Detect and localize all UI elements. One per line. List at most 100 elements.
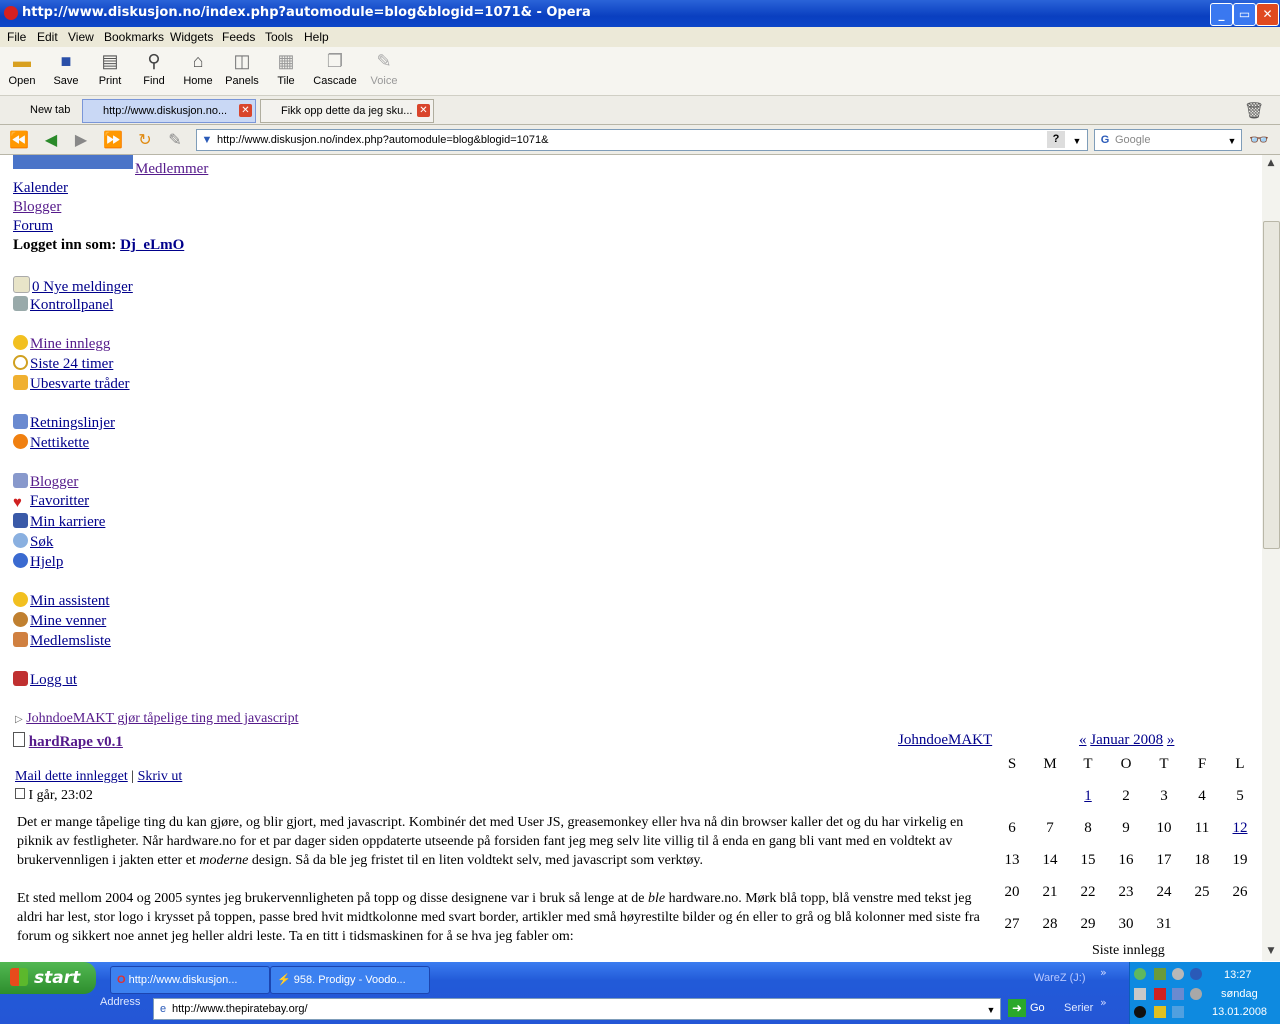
sidebar-item-messages[interactable]: 0 Nye meldinger <box>13 276 133 296</box>
chevron-down-icon[interactable]: ▼ <box>1069 131 1085 151</box>
calendar-next-link[interactable]: » <box>1167 732 1175 748</box>
chevron-down-icon[interactable]: ▼ <box>1225 131 1239 151</box>
folder-icon[interactable] <box>1154 1006 1166 1018</box>
calendar-day-link[interactable]: 1 <box>1069 780 1107 812</box>
calendar-day-header: F <box>1197 755 1207 772</box>
sidebar-item-kontrollpanel[interactable]: Kontrollpanel <box>13 296 113 314</box>
calendar-prev-link[interactable]: « <box>1079 732 1087 748</box>
calendar-month-link[interactable]: Januar 2008 <box>1090 732 1163 748</box>
help-icon[interactable]: ? <box>1047 131 1065 148</box>
menu-widgets[interactable]: Widgets <box>170 30 213 44</box>
sidebar-item-retningslinjer[interactable]: Retningslinjer <box>13 414 115 432</box>
sidebar-item-sok[interactable]: Søk <box>13 533 53 551</box>
app-icon[interactable] <box>1134 988 1146 1000</box>
close-tab-icon[interactable]: ✕ <box>417 104 430 117</box>
sidebar-item-logg-ut[interactable]: Logg ut <box>13 671 77 689</box>
print-button[interactable]: ▤ Print <box>90 50 130 87</box>
taskbar-address-input[interactable]: e http://www.thepiratebay.org/ ▼ <box>153 998 1001 1020</box>
bluetooth-icon[interactable] <box>1172 1006 1184 1018</box>
fast-forward-icon[interactable]: ⏩ <box>102 129 124 151</box>
reload-icon[interactable]: ↻ <box>134 129 156 151</box>
network-icon[interactable] <box>1154 968 1166 980</box>
menu-feeds[interactable]: Feeds <box>222 30 255 44</box>
menu-view[interactable]: View <box>68 30 94 44</box>
utorrent-icon[interactable] <box>1134 968 1146 980</box>
sidebar-item-karriere[interactable]: Min karriere <box>13 513 105 531</box>
menu-tools[interactable]: Tools <box>265 30 293 44</box>
volume-icon[interactable] <box>1190 988 1202 1000</box>
cascade-button[interactable]: ❐ Cascade <box>313 50 357 87</box>
start-button[interactable]: start <box>0 962 96 994</box>
sidebar-item-hjelp[interactable]: Hjelp <box>13 553 63 571</box>
warez-drive-label[interactable]: WareZ (J:) <box>1034 972 1086 984</box>
sidebar-item-medlemsliste[interactable]: Medlemsliste <box>13 632 111 650</box>
mail-post-link[interactable]: Mail dette innlegget <box>15 769 128 784</box>
menu-bookmarks[interactable]: Bookmarks <box>104 30 164 44</box>
sidebar-item-favoritter[interactable]: ♥ Favoritter <box>13 493 89 511</box>
settings-icon[interactable] <box>1172 968 1184 980</box>
link-medlemmer[interactable]: Medlemmer <box>135 161 208 178</box>
breadcrumb-link[interactable]: JohndoeMAKT gjør tåpelige ting med javas… <box>26 711 298 726</box>
sidebar-item-blogger[interactable]: Blogger <box>13 473 78 491</box>
username-link[interactable]: Dj_eLmO <box>120 237 184 253</box>
tab-diskusjon[interactable]: http://www.diskusjon.no... ✕ <box>82 99 256 123</box>
link-kalender[interactable]: Kalender <box>13 180 68 197</box>
cascade-label: Cascade <box>313 75 357 87</box>
close-button[interactable]: ✕ <box>1256 3 1279 26</box>
link-blogger-top[interactable]: Blogger <box>13 199 61 216</box>
taskbar-address-url: http://www.thepiratebay.org/ <box>172 1003 308 1015</box>
edit-icon[interactable]: ✎ <box>164 129 186 151</box>
forward-icon[interactable]: ▶ <box>70 129 92 151</box>
link-forum[interactable]: Forum <box>13 218 53 235</box>
display-icon[interactable] <box>1172 988 1184 1000</box>
footprints-icon <box>13 513 28 528</box>
print-post-link[interactable]: Skriv ut <box>138 769 183 784</box>
find-button[interactable]: ⚲ Find <box>134 50 174 87</box>
address-field[interactable]: ▼ http://www.diskusjon.no/index.php?autom… <box>196 129 1088 151</box>
sidebar-item-mine-innlegg[interactable]: Mine innlegg <box>13 335 110 353</box>
minimize-button[interactable]: _ <box>1210 3 1233 26</box>
scroll-up-icon[interactable]: ▲ <box>1262 155 1280 171</box>
chevron-icon[interactable]: » <box>1100 996 1107 1009</box>
open-button[interactable]: ▬ Open <box>2 50 42 87</box>
menu-help[interactable]: Help <box>304 30 329 44</box>
media-icon[interactable] <box>1134 1006 1146 1018</box>
scroll-thumb[interactable] <box>1263 221 1280 549</box>
author-link[interactable]: JohndoeMAKT <box>898 732 992 749</box>
chevron-icon[interactable]: » <box>1100 966 1107 979</box>
go-arrow-icon[interactable]: ➜ <box>1008 999 1026 1017</box>
post-title[interactable]: hardRape v0.1 <box>29 734 123 750</box>
sidebar-item-venner[interactable]: Mine venner <box>13 612 106 630</box>
serier-toolbar[interactable]: Serier <box>1064 1002 1093 1014</box>
home-button[interactable]: ⌂ Home <box>178 50 218 87</box>
voice-button[interactable]: ✎ Voice <box>364 50 404 87</box>
panels-button[interactable]: ◫ Panels <box>222 50 262 87</box>
calendar-day-link[interactable]: 12 <box>1221 812 1259 844</box>
post-paragraph-2: Et sted mellom 2004 og 2005 syntes jeg b… <box>17 889 992 946</box>
sidebar-item-ubesvarte[interactable]: Ubesvarte tråder <box>13 375 130 393</box>
trash-icon[interactable]: 🗑 <box>1244 101 1264 120</box>
sidebar-item-label: Siste 24 timer <box>30 356 114 372</box>
sidebar-item-siste-24[interactable]: Siste 24 timer <box>13 355 113 373</box>
alert-icon[interactable] <box>1154 988 1166 1000</box>
messenger-icon[interactable] <box>1190 968 1202 980</box>
search-input[interactable]: G Google ▼ <box>1094 129 1242 151</box>
save-button[interactable]: ■ Save <box>46 50 86 87</box>
binoculars-icon[interactable]: 👓 <box>1248 129 1270 151</box>
vertical-scrollbar[interactable]: ▲ ▼ <box>1262 155 1280 961</box>
task-winamp[interactable]: ⚡ 958. Prodigy - Voodo... <box>270 966 430 994</box>
task-opera[interactable]: O http://www.diskusjon... <box>110 966 270 994</box>
back-icon[interactable]: ◀ <box>40 129 62 151</box>
tab-fikk-opp[interactable]: Fikk opp dette da jeg sku... ✕ <box>260 99 434 123</box>
menu-file[interactable]: File <box>7 30 26 44</box>
go-button[interactable]: Go <box>1030 1002 1045 1014</box>
maximize-button[interactable]: ▭ <box>1233 3 1256 26</box>
menu-edit[interactable]: Edit <box>37 30 58 44</box>
tile-button[interactable]: ▦ Tile <box>266 50 306 87</box>
close-tab-icon[interactable]: ✕ <box>239 104 252 117</box>
scroll-down-icon[interactable]: ▼ <box>1262 943 1280 959</box>
sidebar-item-nettikette[interactable]: Nettikette <box>13 434 89 452</box>
sidebar-item-assistent[interactable]: Min assistent <box>13 592 110 610</box>
rewind-icon[interactable]: ⏪ <box>8 129 30 151</box>
chevron-down-icon[interactable]: ▼ <box>984 1000 998 1020</box>
